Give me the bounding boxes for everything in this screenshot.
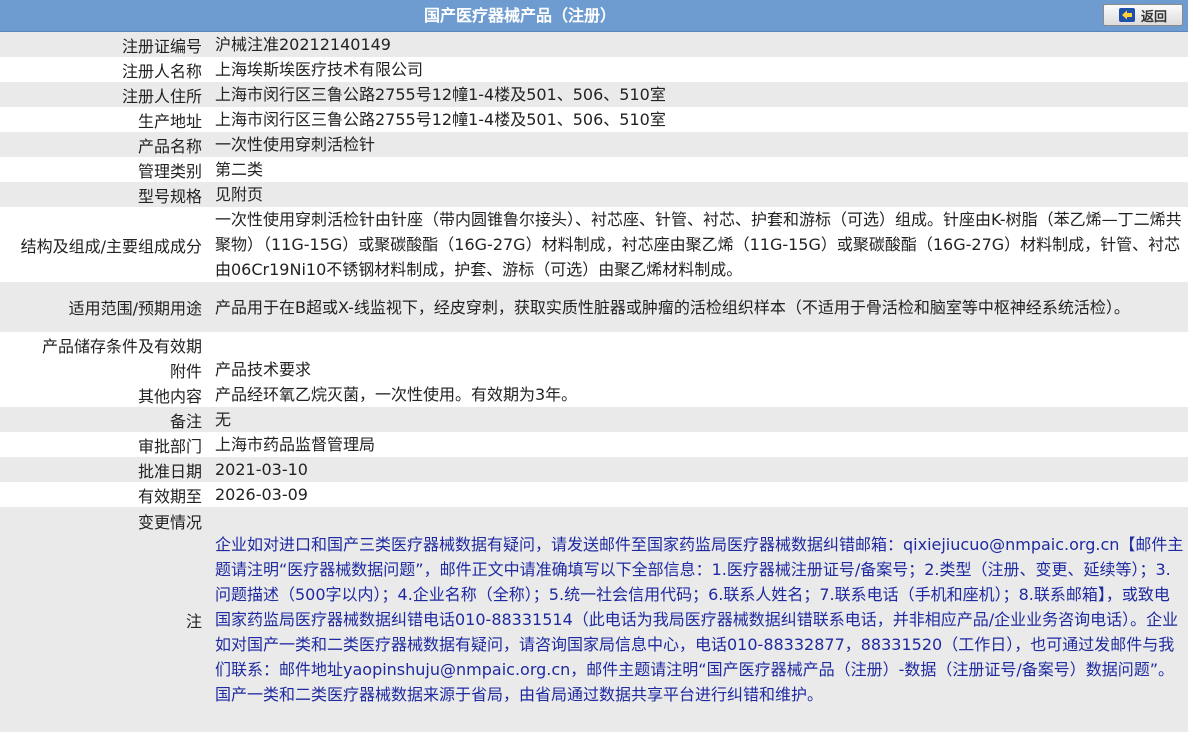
notes-label: 注 <box>185 611 202 631</box>
field-label: 产品名称 <box>137 136 202 156</box>
field-value: 产品技术要求 <box>215 360 312 379</box>
table-row: 批准日期 2021-03-10 <box>0 457 1188 482</box>
table-row: 备注 无 <box>0 407 1188 432</box>
table-row: 产品储存条件及有效期 <box>0 332 1188 357</box>
field-label: 型号规格 <box>137 186 202 206</box>
notes-text: 企业如对进口和国产三类医疗器械数据有疑问，请发送邮件至国家药监局医疗器械数据纠错… <box>215 535 1184 704</box>
field-value: 2021-03-10 <box>215 460 308 479</box>
notes-row: 变更情况 注 企业如对进口和国产三类医疗器械数据有疑问，请发送邮件至国家药监局医… <box>0 507 1188 732</box>
field-label: 审批部门 <box>137 436 202 456</box>
table-row: 适用范围/预期用途 产品用于在B超或X-线监视下，经皮穿刺，获取实质性脏器或肿瘤… <box>0 282 1188 332</box>
table-row: 其他内容 产品经环氧乙烷灭菌，一次性使用。有效期为3年。 <box>0 382 1188 407</box>
field-value: 产品经环氧乙烷灭菌，一次性使用。有效期为3年。 <box>215 385 578 404</box>
back-button-label: 返回 <box>1140 9 1167 25</box>
field-value: 上海市药品监督管理局 <box>215 435 376 454</box>
table-row: 型号规格 见附页 <box>0 182 1188 207</box>
field-label: 结构及组成/主要组成成分 <box>20 236 202 256</box>
field-value: 沪械注准20212140149 <box>215 35 391 54</box>
field-value: 第二类 <box>215 160 264 179</box>
back-arrow-icon <box>1118 8 1135 22</box>
table-row: 注册人名称 上海埃斯埃医疗技术有限公司 <box>0 57 1188 82</box>
field-value: 2026-03-09 <box>215 485 308 504</box>
field-value: 上海埃斯埃医疗技术有限公司 <box>215 60 424 79</box>
field-label: 附件 <box>169 361 202 381</box>
field-value: 产品用于在B超或X-线监视下，经皮穿刺，获取实质性脏器或肿瘤的活检组织样本（不适… <box>215 297 1130 317</box>
field-value: 上海市闵行区三鲁公路2755号12幢1-4楼及501、506、510室 <box>215 85 666 104</box>
field-label: 其他内容 <box>137 386 202 406</box>
field-value: 上海市闵行区三鲁公路2755号12幢1-4楼及501、506、510室 <box>215 110 666 129</box>
table-row: 有效期至 2026-03-09 <box>0 482 1188 507</box>
table-row: 附件 产品技术要求 <box>0 357 1188 382</box>
field-label: 管理类别 <box>137 161 202 181</box>
field-value: 见附页 <box>215 185 264 204</box>
field-value: 一次性使用穿刺活检针由针座（带内圆锥鲁尔接头）、衬芯座、针管、衬芯、护套和游标（… <box>215 210 1182 279</box>
detail-table: 注册证编号 沪械注准20212140149 注册人名称 上海埃斯埃医疗技术有限公… <box>0 32 1188 732</box>
field-label: 适用范围/预期用途 <box>68 299 202 318</box>
field-label: 注册人住所 <box>121 86 202 106</box>
field-label: 产品储存条件及有效期 <box>41 336 202 356</box>
table-row: 注册证编号 沪械注准20212140149 <box>0 32 1188 57</box>
field-value <box>206 332 1188 357</box>
table-row: 结构及组成/主要组成成分 一次性使用穿刺活检针由针座（带内圆锥鲁尔接头）、衬芯座… <box>0 207 1188 282</box>
table-row: 注册人住所 上海市闵行区三鲁公路2755号12幢1-4楼及501、506、510… <box>0 82 1188 107</box>
back-button[interactable]: 返回 <box>1103 4 1183 26</box>
field-label: 注册证编号 <box>121 36 202 56</box>
field-value: 一次性使用穿刺活检针 <box>215 135 376 154</box>
field-label: 批准日期 <box>137 461 202 481</box>
notes-label-wrap: 注 <box>0 507 206 732</box>
field-label: 有效期至 <box>137 486 202 506</box>
field-label: 注册人名称 <box>121 61 202 81</box>
field-value: 无 <box>215 410 232 429</box>
table-row: 产品名称 一次性使用穿刺活检针 <box>0 132 1188 157</box>
title-bar: 国产医疗器械产品（注册） 返回 <box>0 0 1188 32</box>
field-label: 生产地址 <box>137 111 202 131</box>
table-row: 审批部门 上海市药品监督管理局 <box>0 432 1188 457</box>
field-label: 备注 <box>169 411 202 431</box>
table-row: 生产地址 上海市闵行区三鲁公路2755号12幢1-4楼及501、506、510室 <box>0 107 1188 132</box>
table-row: 管理类别 第二类 <box>0 157 1188 182</box>
page-title: 国产医疗器械产品（注册） <box>423 6 616 25</box>
